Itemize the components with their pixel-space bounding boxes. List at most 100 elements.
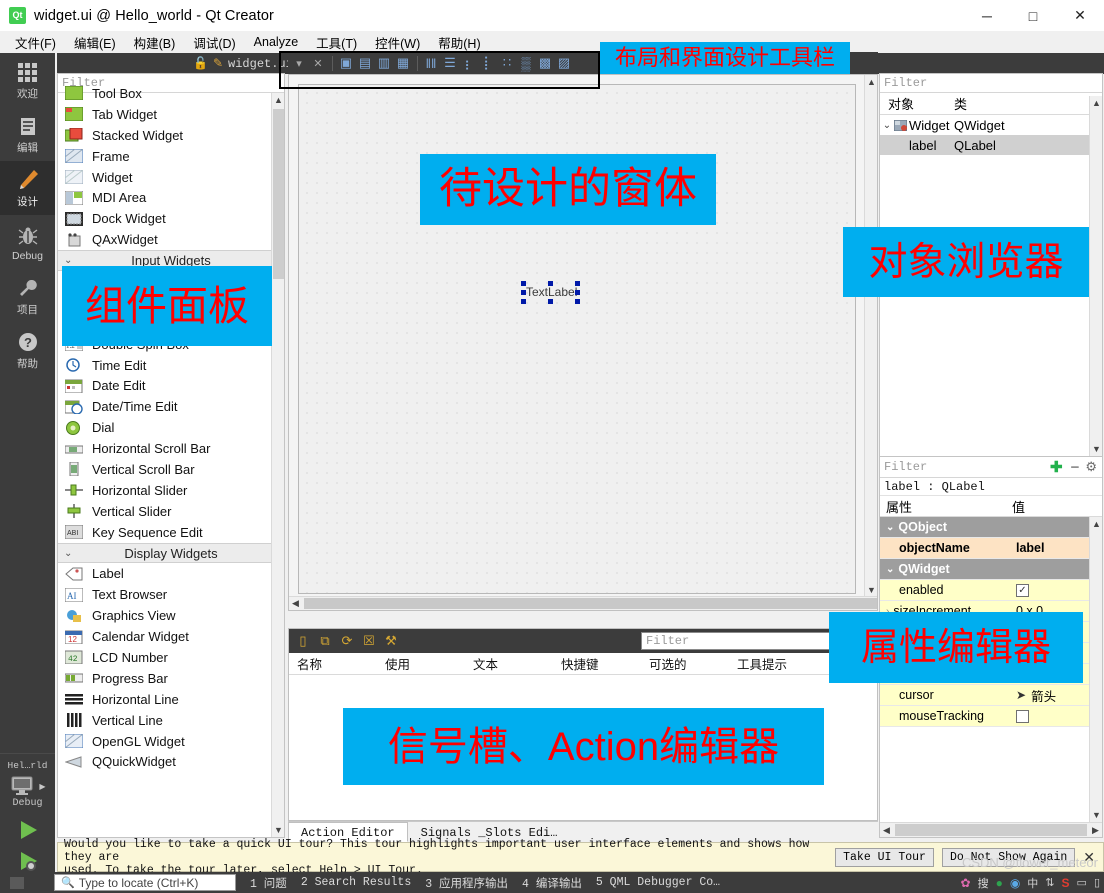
object-inspector-row[interactable]: ⌄ Widget QWidget	[880, 115, 1102, 135]
tray-ime-mode[interactable]: 中	[1027, 875, 1038, 891]
status-pane-item[interactable]: 3 应用程序输出	[425, 875, 508, 891]
locator-input[interactable]: 🔍 Type to locate (Ctrl+K)	[54, 874, 236, 891]
widget-box-item[interactable]: Horizontal Scroll Bar	[58, 438, 284, 459]
status-pane-item[interactable]: 4 编译输出	[522, 875, 582, 891]
scrollbar-thumb[interactable]	[273, 109, 284, 279]
widget-box-item[interactable]: Label	[58, 563, 284, 584]
mode-debug[interactable]: Debug	[0, 215, 55, 269]
property-checkbox[interactable]: ✓	[1016, 583, 1029, 597]
widget-box-item[interactable]: Horizontal Slider	[58, 480, 284, 501]
widget-box-item[interactable]: Date/Time Edit	[58, 396, 284, 417]
widget-box-item[interactable]: Stacked Widget	[58, 125, 284, 146]
paste-action-icon[interactable]: ⟳	[338, 632, 356, 650]
canvas-horizontal-scrollbar[interactable]: ◀	[289, 596, 877, 610]
tray-more-icon[interactable]: ▯	[1094, 876, 1100, 889]
property-row[interactable]: objectName label	[880, 538, 1102, 559]
mode-projects[interactable]: 项目	[0, 269, 55, 323]
property-value-cell[interactable]: 箭头	[1031, 686, 1056, 705]
chevron-down-icon[interactable]: ⌄	[64, 255, 72, 266]
resize-handle-bc[interactable]	[548, 299, 553, 304]
status-pane-item[interactable]: 2 Search Results	[301, 876, 411, 889]
maximize-button[interactable]: □	[1010, 0, 1056, 31]
delete-action-icon[interactable]: ☒	[360, 632, 378, 650]
tray-keyboard-icon[interactable]: ⇅	[1045, 876, 1054, 889]
mode-welcome[interactable]: 欢迎	[0, 53, 55, 107]
object-inspector-row[interactable]: label QLabel	[880, 135, 1102, 155]
property-checkbox[interactable]	[1016, 709, 1029, 723]
resize-handle-mr[interactable]	[575, 290, 580, 295]
copy-action-icon[interactable]: ⧉	[316, 632, 334, 650]
widget-box-item[interactable]: Vertical Slider	[58, 501, 284, 522]
widget-box-item[interactable]: Dial	[58, 417, 284, 438]
mode-design[interactable]: 设计	[0, 161, 55, 215]
run-button[interactable]	[15, 818, 41, 845]
expander-chevron-icon[interactable]: ⌄	[880, 120, 894, 131]
resize-handle-br[interactable]	[575, 299, 580, 304]
tray-blue-icon[interactable]: ◉	[1010, 876, 1020, 890]
object-inspector-scrollbar[interactable]: ▲ ▼	[1089, 96, 1102, 456]
menu-analyze[interactable]: Analyze	[245, 33, 307, 51]
widget-box-item[interactable]: QQuickWidget	[58, 752, 284, 773]
menu-file[interactable]: 文件(F)	[6, 31, 65, 54]
system-tray[interactable]: ✿ 搜 ● ◉ 中 ⇅ S ▭ ▯	[961, 872, 1101, 893]
action-column-header[interactable]: 名称	[289, 654, 377, 673]
widget-box-item[interactable]: Tab Widget	[58, 104, 284, 125]
widget-box-list[interactable]: Tool Box Tab Widget Stacked Widget Frame Wid…	[58, 83, 284, 827]
widget-box-item[interactable]: 12 Calendar Widget	[58, 626, 284, 647]
minimize-button[interactable]: ─	[964, 0, 1010, 31]
scroll-down-icon[interactable]: ▼	[272, 823, 285, 837]
resize-handle-ml[interactable]	[521, 290, 526, 295]
form-label-widget[interactable]: TextLabel	[524, 284, 579, 300]
widget-box-item[interactable]: OpenGL Widget	[58, 731, 284, 752]
property-group-row[interactable]: ⌄ QWidget	[880, 559, 1102, 580]
canvas-hscroll-thumb[interactable]	[304, 598, 877, 609]
tray-green-icon[interactable]: ●	[996, 876, 1003, 890]
menu-build[interactable]: 构建(B)	[125, 31, 185, 54]
canvas-vertical-scrollbar[interactable]: ▲ ▼	[864, 75, 877, 597]
tray-panel-icon[interactable]: ▭	[1077, 876, 1087, 889]
object-inspector-rows[interactable]: ⌄ Widget QWidget label QLabel	[880, 115, 1102, 155]
prop-scroll-right-icon[interactable]: ▶	[1089, 823, 1102, 837]
widget-box-item[interactable]: Graphics View	[58, 605, 284, 626]
property-row[interactable]: cursor ➤ 箭头	[880, 685, 1102, 706]
output-toggle-icon[interactable]	[10, 876, 24, 889]
canvas-scroll-up-icon[interactable]: ▲	[865, 75, 877, 89]
property-row[interactable]: enabled ✓	[880, 580, 1102, 601]
widget-box-item[interactable]: Vertical Line	[58, 710, 284, 731]
widget-box-item[interactable]: QAxWidget	[58, 229, 284, 250]
minus-icon[interactable]: −	[1067, 459, 1084, 476]
property-group-row[interactable]: ⌄ QObject	[880, 517, 1102, 538]
widget-box-item[interactable]: Vertical Scroll Bar	[58, 459, 284, 480]
wrench-icon[interactable]: ⚙	[1083, 459, 1102, 475]
tray-sogou-icon[interactable]: S	[1062, 876, 1070, 890]
prop-scroll-down-icon[interactable]: ▼	[1090, 808, 1103, 822]
widget-box-item[interactable]: Dock Widget	[58, 208, 284, 229]
widget-box-item[interactable]: Widget	[58, 167, 284, 188]
resize-handle-tr[interactable]	[575, 281, 580, 286]
widget-box-scrollbar[interactable]: ▲ ▼	[271, 93, 284, 837]
action-column-header[interactable]: 使用	[377, 654, 465, 673]
action-column-header[interactable]: 工具提示	[729, 654, 829, 673]
widget-box-item[interactable]: Horizontal Line	[58, 689, 284, 710]
widget-box-item[interactable]: Time Edit	[58, 355, 284, 376]
property-editor-filter[interactable]: Filter	[880, 460, 1046, 474]
property-editor-hscrollbar[interactable]: ◀ ▶	[880, 822, 1102, 837]
menu-edit[interactable]: 编辑(E)	[65, 31, 125, 54]
mode-help[interactable]: ? 帮助	[0, 323, 55, 377]
action-column-header[interactable]: 文本	[465, 654, 553, 673]
scroll-up-icon[interactable]: ▲	[272, 93, 285, 107]
widget-box-item[interactable]: Tool Box	[58, 83, 284, 104]
action-column-header[interactable]: 快捷键	[553, 654, 641, 673]
widget-box-item[interactable]: Date Edit	[58, 375, 284, 396]
resize-handle-tc[interactable]	[548, 281, 553, 286]
tray-ime-label[interactable]: 搜	[978, 875, 989, 891]
widget-box-item[interactable]: MDI Area	[58, 187, 284, 208]
close-button[interactable]: ✕	[1056, 0, 1104, 31]
status-pane-item[interactable]: 5 QML Debugger Co…	[596, 876, 720, 889]
chevron-down-icon[interactable]: ⌄	[64, 548, 72, 559]
unlocked-icon[interactable]: 🔓	[193, 56, 208, 71]
take-ui-tour-button[interactable]: Take UI Tour	[835, 847, 934, 867]
widget-box-item[interactable]: Progress Bar	[58, 668, 284, 689]
group-expander-icon[interactable]: ⌄	[886, 564, 894, 575]
widget-box-item[interactable]: Frame	[58, 146, 284, 167]
